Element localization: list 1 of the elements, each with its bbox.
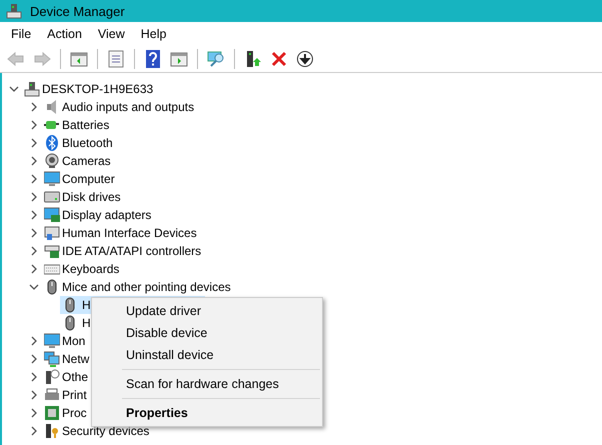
window-title: Device Manager: [30, 4, 125, 18]
